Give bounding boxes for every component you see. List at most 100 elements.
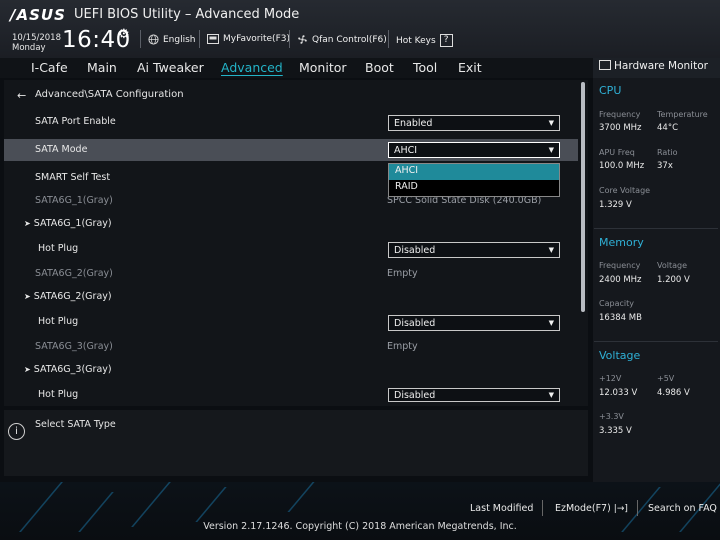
sata-mode-option-raid[interactable]: RAID <box>389 180 559 196</box>
section-divider <box>594 341 718 342</box>
sata-mode-dropdown[interactable]: AHCI ▼ <box>388 142 560 158</box>
sata6g-1-group-label: SATA6G_1(Gray) <box>33 218 112 229</box>
help-icon: ? <box>439 34 453 47</box>
expand-arrow-icon: ➤ <box>24 292 31 301</box>
ratio-value: 37x <box>657 161 673 171</box>
asus-logo: /ASUS <box>10 6 66 24</box>
info-icon: i <box>8 423 25 440</box>
qfan-control-button[interactable]: Qfan Control(F6) <box>297 34 387 45</box>
sata-mode-options-popup: AHCI RAID <box>388 163 560 197</box>
help-text: Select SATA Type <box>35 419 116 430</box>
monitor-icon <box>599 60 611 70</box>
apu-freq-value: 100.0 MHz <box>599 161 645 171</box>
back-arrow-icon[interactable]: ← <box>17 89 26 102</box>
sata-port-enable-dropdown[interactable]: Enabled ▼ <box>388 115 560 131</box>
section-divider <box>594 228 718 229</box>
memory-capacity-label: Capacity <box>599 299 634 308</box>
gear-icon[interactable]: ⚙ <box>118 27 130 42</box>
sata-port-enable-label: SATA Port Enable <box>35 116 116 127</box>
memory-capacity-value: 16384 MB <box>599 313 642 323</box>
sata6g-1-label: SATA6G_1(Gray) <box>35 195 113 206</box>
sata-mode-value: AHCI <box>394 144 418 156</box>
sata-port-enable-value: Enabled <box>394 117 433 129</box>
tab-main[interactable]: Main <box>87 60 117 75</box>
date-display: 10/15/2018 Monday <box>12 33 61 53</box>
memory-heading: Memory <box>599 236 644 249</box>
caret-down-icon: ▼ <box>548 146 554 154</box>
myfavorite-button[interactable]: MyFavorite(F3) <box>207 34 290 44</box>
hot-plug-2-value: Disabled <box>394 317 436 329</box>
ratio-label: Ratio <box>657 148 678 157</box>
sata6g-3-group-label: SATA6G_3(Gray) <box>33 364 112 375</box>
hot-plug-2-label: Hot Plug <box>38 316 79 327</box>
sata-mode-label: SATA Mode <box>35 144 88 155</box>
breadcrumb: Advanced\SATA Configuration <box>35 89 184 100</box>
sata6g-2-label: SATA6G_2(Gray) <box>35 268 113 279</box>
search-faq-button[interactable]: Search on FAQ <box>648 503 717 514</box>
tab-i-cafe[interactable]: I-Cafe <box>31 60 68 75</box>
core-voltage-value: 1.329 V <box>599 200 632 210</box>
hot-keys-button[interactable]: Hot Keys ? <box>396 34 453 47</box>
hot-keys-label: Hot Keys <box>396 35 436 46</box>
tab-advanced[interactable]: Advanced <box>221 60 283 75</box>
hot-plug-2-dropdown[interactable]: Disabled ▼ <box>388 315 560 331</box>
sata6g-3-label: SATA6G_3(Gray) <box>35 341 113 352</box>
copyright-text: Version 2.17.1246. Copyright (C) 2018 Am… <box>203 521 517 532</box>
v5-label: +5V <box>657 374 675 383</box>
footer-divider <box>637 500 638 516</box>
sata6g-2-group-label: SATA6G_2(Gray) <box>33 291 112 302</box>
core-voltage-label: Core Voltage <box>599 186 651 195</box>
sata6g-3-device: Empty <box>387 341 418 352</box>
tab-monitor[interactable]: Monitor <box>299 60 347 75</box>
caret-down-icon: ▼ <box>548 391 554 399</box>
footer-divider <box>542 500 543 516</box>
hardware-monitor-title: Hardware Monitor <box>614 60 708 72</box>
scrollbar-thumb[interactable] <box>581 82 585 312</box>
cpu-temperature-label: Temperature <box>657 110 708 119</box>
hot-plug-3-value: Disabled <box>394 389 436 401</box>
sata6g-3-group[interactable]: ➤ SATA6G_3(Gray) <box>24 364 112 375</box>
hot-plug-1-label: Hot Plug <box>38 243 79 254</box>
date-text: 10/15/2018 <box>12 33 61 43</box>
cpu-heading: CPU <box>599 84 622 97</box>
v33-label: +3.3V <box>599 412 624 421</box>
cpu-temperature-value: 44°C <box>657 123 679 133</box>
v12-value: 12.033 V <box>599 388 638 398</box>
sata6g-2-device: Empty <box>387 268 418 279</box>
fan-icon <box>298 35 307 44</box>
memory-frequency-value: 2400 MHz <box>599 275 642 285</box>
qfan-control-label: Qfan Control(F6) <box>312 34 387 45</box>
window-title: UEFI BIOS Utility – Advanced Mode <box>74 7 300 22</box>
expand-arrow-icon: ➤ <box>24 219 31 228</box>
last-modified-button[interactable]: Last Modified <box>470 503 533 514</box>
favorite-icon <box>207 34 219 44</box>
caret-down-icon: ▼ <box>548 119 554 127</box>
v33-value: 3.335 V <box>599 426 632 436</box>
exit-arrow-icon: |→] <box>613 503 628 514</box>
hot-plug-3-dropdown[interactable]: Disabled ▼ <box>388 388 560 402</box>
ezmode-button[interactable]: EzMode(F7) |→] <box>555 503 628 514</box>
smart-self-test-label: SMART Self Test <box>35 172 111 183</box>
sata6g-2-group[interactable]: ➤ SATA6G_2(Gray) <box>24 291 112 302</box>
language-label: English <box>163 34 196 45</box>
toolbar-divider <box>388 30 389 48</box>
v12-label: +12V <box>599 374 622 383</box>
myfavorite-label: MyFavorite(F3) <box>223 34 290 44</box>
sata-mode-option-ahci[interactable]: AHCI <box>389 164 559 180</box>
tab-boot[interactable]: Boot <box>365 60 394 75</box>
language-button[interactable]: English <box>148 34 196 45</box>
caret-down-icon: ▼ <box>548 246 554 254</box>
hot-plug-1-dropdown[interactable]: Disabled ▼ <box>388 242 560 258</box>
cpu-frequency-label: Frequency <box>599 110 641 119</box>
sata6g-1-group[interactable]: ➤ SATA6G_1(Gray) <box>24 218 112 229</box>
tab-tool[interactable]: Tool <box>413 60 437 75</box>
cpu-frequency-value: 3700 MHz <box>599 123 642 133</box>
caret-down-icon: ▼ <box>548 319 554 327</box>
tab-ai-tweaker[interactable]: Ai Tweaker <box>137 60 204 75</box>
globe-icon <box>148 34 159 45</box>
expand-arrow-icon: ➤ <box>24 365 31 374</box>
memory-frequency-label: Frequency <box>599 261 641 270</box>
memory-voltage-label: Voltage <box>657 261 688 270</box>
tab-exit[interactable]: Exit <box>458 60 482 75</box>
hot-plug-3-label: Hot Plug <box>38 389 79 400</box>
